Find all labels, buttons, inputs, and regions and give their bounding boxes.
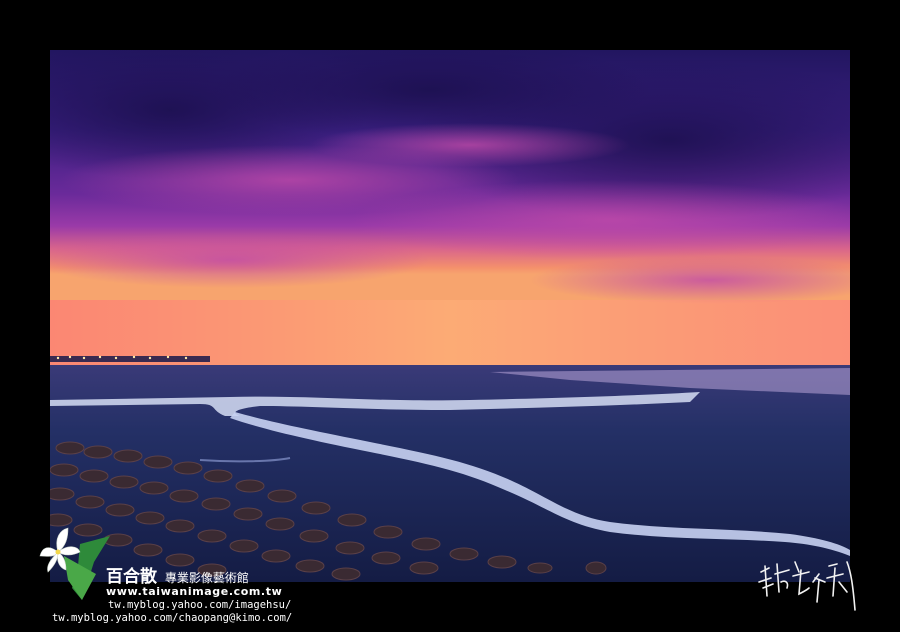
- watermark-brand: 百合散 專業影像藝術館 www.taiwanimage.com.tw tw.my…: [38, 522, 298, 626]
- website-url: www.taiwanimage.com.tw: [106, 585, 283, 598]
- brand-subtitle: 專業影像藝術館: [164, 571, 249, 585]
- brand-name: 百合散 專業影像藝術館: [106, 562, 249, 587]
- photographer-signature: [758, 561, 856, 611]
- lily-flower-icon: [39, 527, 110, 600]
- photo-frame: 百合散 專業影像藝術館 www.taiwanimage.com.tw tw.my…: [0, 0, 900, 632]
- landscape-photo: [50, 50, 850, 582]
- blog-url-secondary: tw.myblog.yahoo.com/chaopang@kimo.com/: [52, 612, 293, 624]
- sunset-mudflat-scene: [50, 50, 850, 582]
- brand-name-text: 百合散: [106, 567, 157, 587]
- blog-url: tw.myblog.yahoo.com/imagehsu/: [108, 599, 292, 611]
